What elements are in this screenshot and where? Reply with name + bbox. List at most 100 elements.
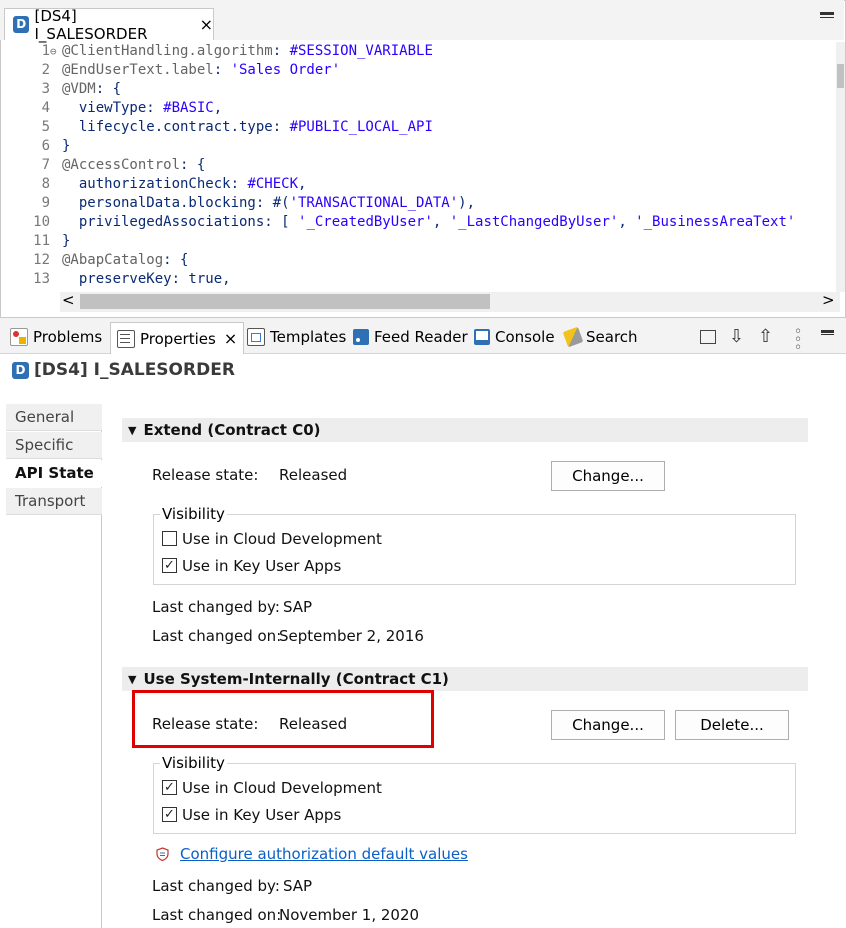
minimize-icon[interactable] (821, 330, 834, 335)
cloud-development-label[interactable]: Use in Cloud Development (182, 530, 382, 548)
code-line[interactable]: 2 @EndUserText.label: 'Sales Order' (10, 61, 341, 80)
code-area[interactable]: 1⊖ @ClientHandling.algorithm: #SESSION_VA… (10, 42, 838, 292)
code-line[interactable]: 13 preserveKey: true, (10, 270, 231, 289)
tab-feed-reader[interactable]: Feed Reader (353, 324, 468, 350)
nav-specific[interactable]: Specific (6, 432, 102, 459)
code-line[interactable]: 12 @AbapCatalog: { (10, 251, 188, 270)
minimize-icon[interactable] (820, 12, 834, 18)
line-number: 7 (41, 157, 50, 173)
tab-properties[interactable]: Properties × (110, 322, 245, 354)
nav-api-state[interactable]: API State (6, 460, 102, 487)
line-number: 1 (41, 43, 50, 59)
console-icon (474, 329, 490, 345)
line-number: 4 (41, 100, 50, 116)
code-text: privilegedAssociations: [ '_CreatedByUse… (62, 214, 796, 230)
line-number: 13 (33, 271, 50, 287)
code-text: @AccessControl: { (62, 157, 206, 173)
code-line[interactable]: 9 personalData.blocking: #('TRANSACTIONA… (10, 194, 475, 213)
line-number: 10 (33, 214, 50, 230)
release-state-label: Release state: (152, 466, 259, 484)
editor-tab-i-salesorder[interactable]: D [DS4] I_SALESORDER × (4, 6, 214, 43)
code-text: @ClientHandling.algorithm: #SESSION_VARI… (62, 43, 433, 59)
line-number: 9 (41, 195, 50, 211)
code-text: personalData.blocking: #('TRANSACTIONAL_… (62, 195, 476, 211)
properties-icon (117, 329, 135, 348)
tab-problems[interactable]: Problems (10, 324, 102, 350)
release-state-value: Released (279, 466, 348, 484)
code-line[interactable]: 3 @VDM: { (10, 80, 121, 99)
vertical-scroll-thumb[interactable] (837, 64, 844, 88)
scroll-right-arrow-icon[interactable]: > (822, 291, 835, 309)
last-changed-by-label: Last changed by: (152, 598, 280, 616)
tab-templates[interactable]: Templates (247, 324, 346, 350)
last-changed-on-value: November 1, 2020 (279, 906, 420, 924)
code-line[interactable]: 1⊖ @ClientHandling.algorithm: #SESSION_VA… (10, 42, 433, 61)
line-number: 6 (41, 138, 50, 154)
search-flashlight-icon (562, 326, 584, 348)
key-user-apps-checkbox[interactable]: ✓ (162, 807, 177, 822)
line-number: 3 (41, 81, 50, 97)
change-button[interactable]: Change... (551, 461, 665, 491)
templates-icon (247, 328, 265, 346)
line-number: 12 (33, 252, 50, 268)
code-line[interactable]: 8 authorizationCheck: #CHECK, (10, 175, 307, 194)
code-text: authorizationCheck: #CHECK, (62, 176, 307, 192)
code-line[interactable]: 11} (10, 232, 70, 251)
cloud-development-checkbox[interactable]: ✓ (162, 780, 177, 795)
new-view-icon[interactable] (700, 326, 716, 347)
code-text: lifecycle.contract.type: #PUBLIC_LOCAL_A… (62, 119, 433, 135)
tab-console[interactable]: Console (474, 324, 555, 350)
collapse-triangle-icon: ▼ (128, 423, 137, 437)
highlight-box (132, 690, 434, 748)
code-line[interactable]: 5 lifecycle.contract.type: #PUBLIC_LOCAL… (10, 118, 433, 137)
problems-icon (10, 328, 28, 346)
feed-icon (353, 329, 369, 345)
properties-title: D [DS4] I_SALESORDER (12, 360, 235, 380)
change-button[interactable]: Change... (551, 710, 665, 740)
section-system-internal-header[interactable]: ▼ Use System-Internally (Contract C1) (122, 667, 808, 691)
code-line[interactable]: 4 viewType: #BASIC, (10, 99, 223, 118)
cloud-development-label[interactable]: Use in Cloud Development (182, 779, 382, 797)
code-line[interactable]: 10 privilegedAssociations: [ '_CreatedBy… (10, 213, 795, 232)
key-user-apps-checkbox[interactable]: ✓ (162, 558, 177, 573)
last-changed-by-value: SAP (283, 877, 313, 895)
last-changed-on-label: Last changed on: (152, 627, 282, 645)
delete-button[interactable]: Delete... (675, 710, 789, 740)
close-icon[interactable]: × (200, 15, 213, 34)
code-text: } (62, 233, 71, 249)
key-user-apps-label[interactable]: Use in Key User Apps (182, 557, 341, 575)
code-text: viewType: #BASIC, (62, 100, 223, 116)
code-text: preserveKey: true, (62, 271, 231, 287)
scroll-left-arrow-icon[interactable]: < (62, 291, 75, 309)
code-line[interactable]: 7 @AccessControl: { (10, 156, 206, 175)
tab-search[interactable]: Search (562, 324, 638, 350)
nav-transport[interactable]: Transport (6, 488, 102, 515)
editor-tab-label: [DS4] I_SALESORDER (34, 6, 148, 43)
nav-general[interactable]: General (6, 404, 102, 431)
view-menu-icon[interactable]: ◦ ◦ ◦ (794, 325, 802, 355)
collapse-triangle-icon: ▼ (128, 672, 137, 686)
line-number: 2 (41, 62, 50, 78)
cloud-development-checkbox[interactable] (162, 531, 177, 546)
section-extend-header[interactable]: ▼ Extend (Contract C0) (122, 418, 808, 442)
properties-nav: General Specific API State Transport (6, 404, 102, 928)
code-text: @EndUserText.label: 'Sales Order' (62, 62, 341, 78)
key-user-apps-label[interactable]: Use in Key User Apps (182, 806, 341, 824)
visibility-title: Visibility (160, 505, 227, 523)
line-number: 8 (41, 176, 50, 192)
code-text: } (62, 138, 71, 154)
last-changed-by-label: Last changed by: (152, 877, 280, 895)
code-line[interactable]: 6} (10, 137, 71, 156)
close-icon[interactable]: × (224, 329, 237, 348)
arrow-down-icon[interactable]: ⇩ (729, 326, 744, 347)
ddl-source-icon: D (13, 16, 30, 33)
line-number: 5 (41, 119, 50, 135)
configure-authorization-link[interactable]: Configure authorization default values (180, 845, 468, 863)
line-number: 11 (33, 233, 50, 249)
horizontal-scroll-thumb[interactable] (80, 294, 490, 309)
last-changed-on-label: Last changed on: (152, 906, 282, 924)
arrow-up-icon[interactable]: ⇧ (758, 326, 773, 347)
fold-toggle-icon[interactable]: ⊖ (50, 42, 62, 61)
shield-icon (156, 846, 169, 862)
code-text: @AbapCatalog: { (62, 252, 189, 268)
